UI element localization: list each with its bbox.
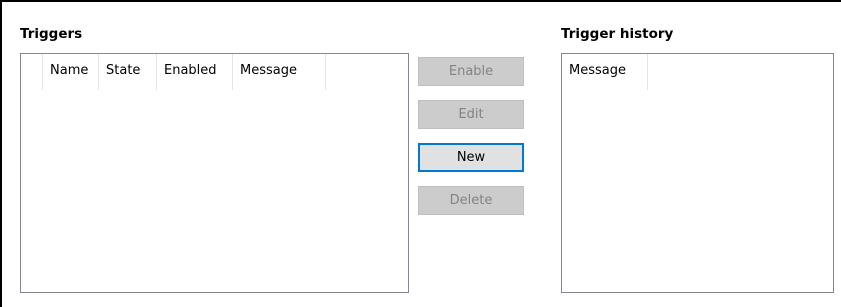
triggers-list-header: Name State Enabled Message (21, 54, 408, 90)
delete-button[interactable]: Delete (418, 186, 524, 215)
column-header-enabled[interactable]: Enabled (157, 54, 233, 90)
column-header-name[interactable]: Name (43, 54, 99, 90)
column-header-icon[interactable] (21, 54, 43, 90)
trigger-history-heading: Trigger history (561, 26, 674, 42)
triggers-heading: Triggers (20, 26, 83, 42)
column-header-history-message[interactable]: Message (562, 54, 648, 90)
triggers-list[interactable]: Name State Enabled Message (20, 53, 409, 293)
trigger-history-list[interactable]: Message (561, 53, 834, 293)
edit-button[interactable]: Edit (418, 100, 524, 129)
triggers-panel: Triggers Name State Enabled Message Enab… (0, 0, 841, 307)
new-button[interactable]: New (418, 143, 524, 172)
column-header-message[interactable]: Message (233, 54, 326, 90)
column-header-state[interactable]: State (99, 54, 157, 90)
enable-button[interactable]: Enable (418, 57, 524, 86)
trigger-history-list-header: Message (562, 54, 833, 90)
